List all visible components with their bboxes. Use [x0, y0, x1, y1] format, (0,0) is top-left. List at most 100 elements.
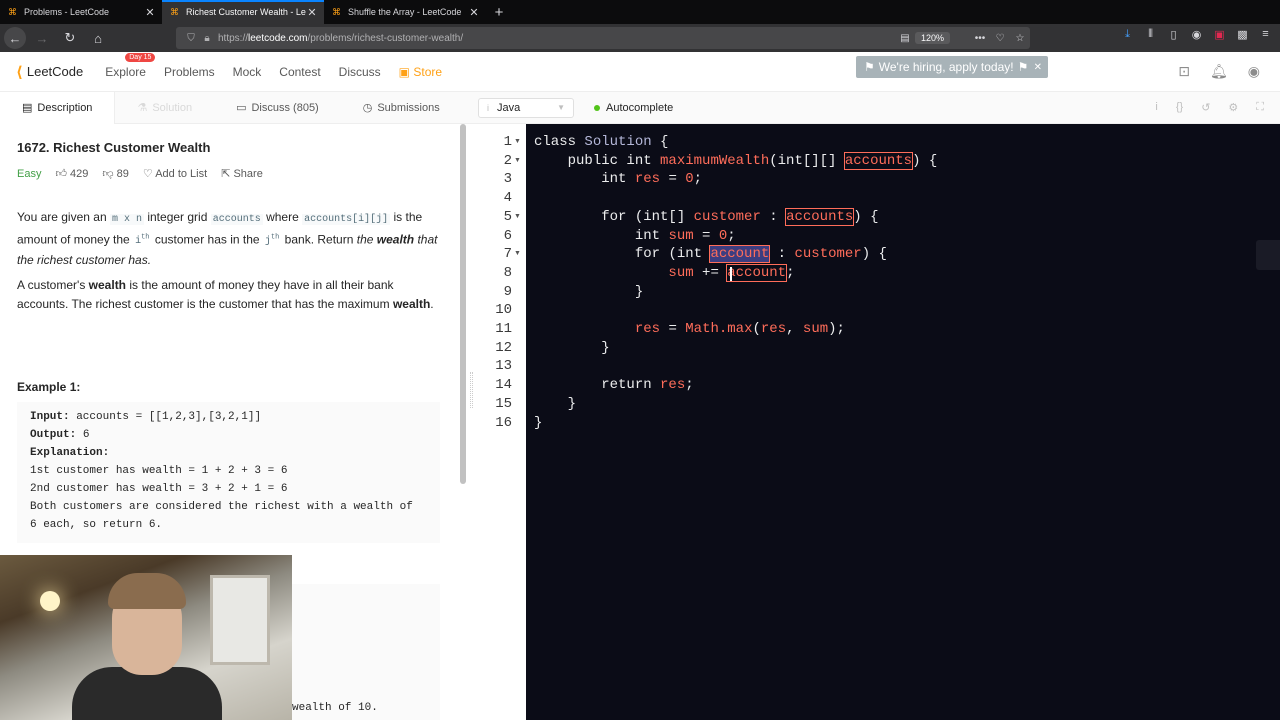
extension-icon[interactable]: ▩ [1234, 28, 1251, 41]
leetcode-logo-icon: ⟨ [16, 63, 23, 81]
url-bar[interactable]: ⛉ 🔒︎ https://leetcode.com/problems/riche… [176, 27, 1030, 49]
close-tab-icon[interactable]: ✕ [144, 6, 156, 19]
status-dot-icon [594, 104, 600, 111]
more-actions-icon[interactable]: ••• [970, 33, 990, 44]
add-to-list-button[interactable]: ♡ Add to List [143, 167, 207, 180]
code-line[interactable]: res = Math.max(res, sum); [534, 320, 845, 339]
side-panel-handle[interactable] [1256, 240, 1280, 270]
nav-store[interactable]: ▣ Store [399, 65, 442, 79]
language-select[interactable]: i Java ▼ [478, 97, 574, 118]
close-tab-icon[interactable]: ✕ [468, 6, 480, 19]
leetcode-favicon-icon: ⌘ [170, 7, 179, 17]
day-badge: Day 15 [125, 52, 156, 62]
shield-icon[interactable]: ⛉ [182, 33, 200, 44]
reset-icon[interactable]: ↺ [1201, 101, 1210, 114]
pocket-icon[interactable]: ♡ [990, 33, 1010, 44]
fold-arrow-icon[interactable]: ▼ [514, 245, 521, 264]
tab-description[interactable]: ▤ Description [0, 91, 116, 124]
problem-meta: Easy 👍︎ 429 👎︎ 89 ♡ Add to List ⇱ Share [17, 167, 263, 181]
library-icon[interactable]: ⫴ [1142, 28, 1159, 41]
code-line[interactable]: } [534, 414, 542, 433]
browser-tab[interactable]: ⌘ Problems - LeetCode ✕ [0, 0, 162, 24]
lock-icon[interactable]: 🔒︎ [200, 33, 214, 44]
tab-discuss[interactable]: ▭ Discuss (805) [214, 92, 341, 124]
sidebar-icon[interactable]: ▯ [1165, 28, 1182, 41]
tab-submissions[interactable]: ◷ Submissions [341, 92, 462, 124]
download-icon[interactable]: ⤓ [1119, 28, 1136, 41]
share-button[interactable]: ⇱ Share [221, 167, 263, 180]
info-icon: i [487, 102, 489, 113]
code-line[interactable]: for (int[] customer : accounts) { [534, 207, 879, 227]
code-line[interactable]: int sum = 0; [534, 227, 736, 246]
avatar-icon[interactable]: ◉ [1248, 63, 1260, 80]
home-icon[interactable]: ⌂ [86, 26, 110, 50]
code-line[interactable]: public int maximumWealth(int[][] account… [534, 151, 937, 171]
code-line[interactable]: sum += account; [534, 263, 794, 283]
tab-title: Richest Customer Wealth - Lee [186, 7, 306, 17]
bookmark-star-icon[interactable]: ☆ [1010, 33, 1030, 44]
description-icon: ▤ [22, 102, 33, 114]
menu-icon[interactable]: ≡ [1257, 28, 1274, 41]
code-line[interactable]: class Solution { [534, 133, 668, 152]
tab-solution[interactable]: ⚗ Solution [115, 92, 214, 124]
nav-problems[interactable]: Problems [164, 65, 215, 79]
autocomplete-toggle[interactable]: Autocomplete [594, 102, 673, 114]
forward-icon[interactable]: → [30, 26, 54, 50]
example-line: Explanation: [30, 447, 110, 459]
discuss-icon: ▭ [236, 102, 247, 114]
close-banner-icon[interactable]: ✕ [1034, 62, 1042, 73]
code-editor[interactable]: class Solution { public int maximumWealt… [526, 124, 1280, 720]
code-line[interactable]: } [534, 339, 609, 358]
dislike-button[interactable]: 👎︎ 89 [102, 167, 128, 180]
hiring-banner[interactable]: ⚑ We're hiring, apply today! ⚑ ✕ [856, 56, 1048, 78]
problem-paragraph-2: A customer's wealth is the amount of mon… [17, 278, 434, 311]
zoom-level[interactable]: 120% [914, 32, 950, 44]
line-number: 12 [495, 339, 512, 356]
reload-icon[interactable]: ↻ [58, 26, 82, 50]
nav-mock[interactable]: Mock [233, 65, 262, 79]
line-number: 16 [495, 414, 512, 431]
back-icon[interactable]: ← [4, 27, 26, 49]
leetcode-logo[interactable]: ⟨ LeetCode [16, 63, 83, 81]
url-text[interactable]: https://leetcode.com/problems/richest-cu… [214, 33, 895, 44]
nav-explore[interactable]: Explore Day 15 [105, 52, 156, 79]
line-number: 13 [495, 358, 512, 375]
line-number: 6 [503, 227, 512, 244]
braces-icon[interactable]: {} [1176, 101, 1183, 114]
notification-bell-icon[interactable]: 🔔︎ [1210, 63, 1228, 80]
fold-arrow-icon[interactable]: ▼ [514, 208, 521, 227]
line-number: 14 [495, 377, 512, 394]
store-icon: ▣ [398, 64, 411, 79]
browser-tab[interactable]: ⌘ Shuffle the Array - LeetCode ✕ [324, 0, 486, 24]
fullscreen-icon[interactable]: ⛶ [1256, 101, 1264, 114]
code-line[interactable]: } [534, 283, 643, 302]
line-number: 7 [503, 246, 512, 263]
code-line[interactable]: } [534, 395, 576, 414]
example-line: Input: accounts = [[1,2,3],[3,2,1]] [30, 411, 262, 423]
settings-icon[interactable]: ⚙ [1228, 101, 1238, 114]
extension-icon[interactable]: ▣ [1211, 28, 1228, 41]
playground-icon[interactable]: ⊡ [1178, 63, 1190, 80]
code-line[interactable]: return res; [534, 376, 693, 395]
info-icon[interactable]: i [1155, 101, 1157, 114]
browser-tab-bar: ⌘ Problems - LeetCode ✕ ⌘ Richest Custom… [0, 0, 1280, 24]
account-icon[interactable]: ◉ [1188, 28, 1205, 41]
line-number: 3 [503, 171, 512, 188]
reader-view-icon[interactable]: ▤ [895, 33, 915, 44]
close-tab-icon[interactable]: ✕ [306, 6, 318, 19]
code-line[interactable]: for (int account : customer) { [534, 245, 887, 264]
fold-arrow-icon[interactable]: ▼ [514, 152, 521, 171]
example-title: Example 1: [17, 380, 81, 394]
pane-splitter[interactable] [466, 124, 478, 720]
nav-contest[interactable]: Contest [279, 65, 320, 79]
code-line[interactable]: int res = 0; [534, 170, 702, 189]
problem-description: 1672. Richest Customer Wealth Easy 👍︎ 42… [0, 124, 458, 720]
nav-discuss[interactable]: Discuss [339, 65, 381, 79]
difficulty-badge: Easy [17, 167, 42, 180]
line-number: 15 [495, 395, 512, 412]
new-tab-icon[interactable]: + [486, 0, 512, 24]
like-button[interactable]: 👍︎ 429 [55, 167, 88, 180]
logo-text: LeetCode [26, 64, 84, 79]
browser-tab-active[interactable]: ⌘ Richest Customer Wealth - Lee ✕ [162, 0, 324, 24]
fold-arrow-icon[interactable]: ▼ [514, 133, 521, 152]
